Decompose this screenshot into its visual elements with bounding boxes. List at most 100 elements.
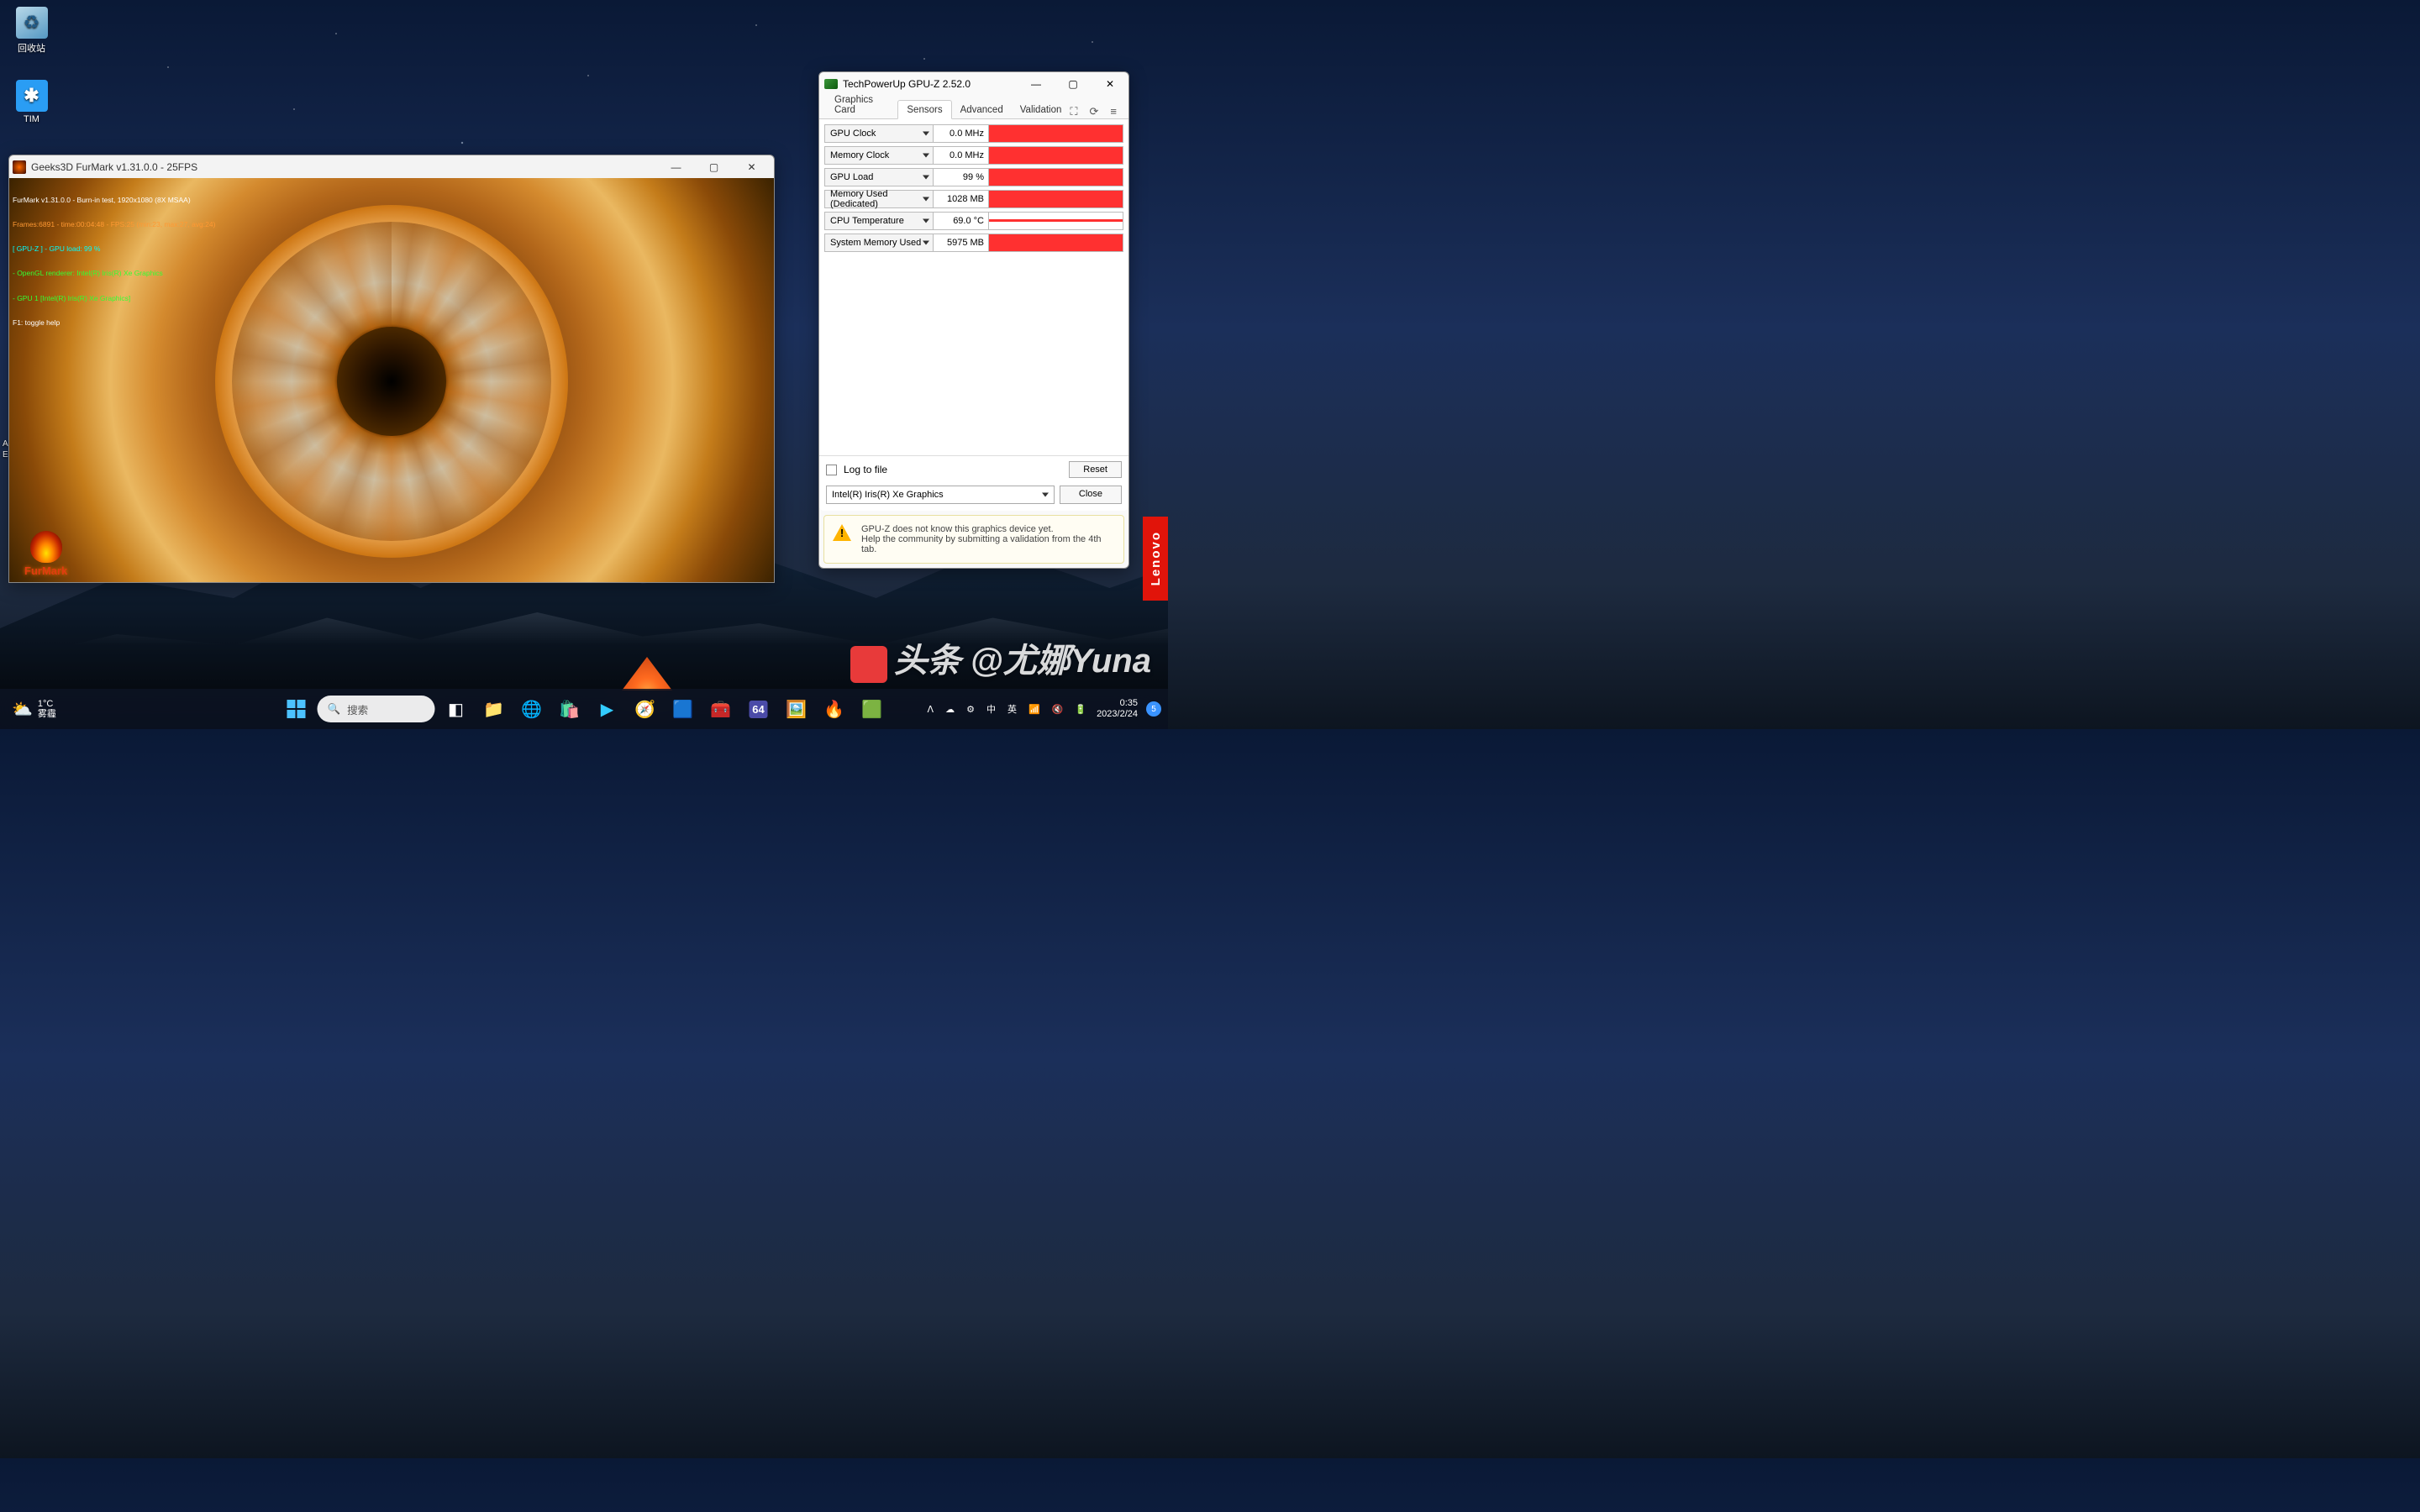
warning-icon — [833, 524, 851, 541]
gpuz-app-icon — [824, 79, 838, 89]
log-to-file-label: Log to file — [844, 464, 887, 475]
menu-icon[interactable]: ≡ — [1110, 105, 1117, 118]
gpuz-title-text: TechPowerUp GPU-Z 2.52.0 — [843, 78, 971, 90]
lenovo-sidebar[interactable]: Lenovo — [1143, 517, 1168, 601]
tab-advanced[interactable]: Advanced — [952, 101, 1012, 118]
sensor-label-dropdown[interactable]: GPU Load — [824, 168, 934, 186]
desktop-icon-tim[interactable]: ✱ TIM — [8, 80, 55, 124]
taskbar-app-store[interactable]: 🛍️ — [553, 692, 587, 726]
sensor-label-dropdown[interactable]: Memory Used (Dedicated) — [824, 190, 934, 208]
sensor-value: 69.0 °C — [934, 212, 989, 230]
taskbar-app-aida64[interactable]: 64 — [742, 692, 776, 726]
windows-icon — [287, 700, 306, 718]
notification-badge[interactable]: 5 — [1146, 701, 1161, 717]
desktop-icon-label: TIM — [8, 114, 55, 124]
close-button[interactable]: Close — [1060, 486, 1122, 504]
desktop-icon-recycle-bin[interactable]: ♻ 回收站 — [8, 7, 55, 55]
search-icon: 🔍 — [328, 703, 341, 716]
gpuz-footer: Log to file Reset — [819, 455, 1128, 483]
tray-security-icon[interactable]: ⚙ — [965, 704, 976, 715]
sensor-value: 0.0 MHz — [934, 146, 989, 165]
sensor-row: System Memory Used5975 MB — [824, 232, 1123, 253]
minimize-button[interactable]: — — [657, 155, 695, 178]
taskbar-app-generic-1[interactable]: 🧰 — [704, 692, 738, 726]
tim-icon: ✱ — [16, 80, 48, 112]
desktop-icon-label: 回收站 — [8, 41, 55, 55]
lenovo-label: Lenovo — [1149, 531, 1163, 585]
furmark-window: Geeks3D FurMark v1.31.0.0 - 25FPS — ▢ ✕ … — [8, 155, 775, 583]
close-button[interactable]: ✕ — [733, 155, 771, 178]
reset-button[interactable]: Reset — [1069, 461, 1122, 478]
sensor-graph — [989, 212, 1123, 230]
chevron-down-icon — [923, 153, 929, 157]
taskbar-center: 🔍 搜索 ◧ 📁 🌐 🛍️ ▶ 🧭 🟦 🧰 64 🖼️ 🔥 🟩 — [280, 692, 889, 726]
ime-language-zh[interactable]: 中 — [985, 702, 997, 716]
chevron-down-icon — [923, 175, 929, 179]
taskbar-app-gpuz[interactable]: 🟩 — [855, 692, 889, 726]
furmark-app-icon — [13, 160, 26, 174]
minimize-button[interactable]: — — [1018, 72, 1055, 96]
chevron-down-icon — [923, 240, 929, 244]
tray-onedrive-icon[interactable]: ☁ — [944, 704, 956, 715]
screenshot-icon[interactable]: ⛶ — [1070, 105, 1077, 118]
system-tray: ᐱ ☁ ⚙ 中 英 📶 🔇 🔋 0:35 2023/2/24 5 — [926, 698, 1161, 720]
taskbar-app-tencent[interactable]: ▶ — [591, 692, 624, 726]
flame-icon — [30, 531, 62, 563]
sensor-label-dropdown[interactable]: System Memory Used — [824, 234, 934, 252]
start-button[interactable] — [280, 692, 313, 726]
taskbar-app-edge[interactable]: 🌐 — [515, 692, 549, 726]
ime-language-en[interactable]: 英 — [1006, 702, 1018, 716]
desktop-partial-text: AE — [3, 438, 8, 460]
taskbar-weather[interactable]: ⛅ 1°C 雾霾 — [7, 699, 61, 720]
furmark-title-text: Geeks3D FurMark v1.31.0.0 - 25FPS — [31, 161, 197, 173]
log-to-file-checkbox[interactable] — [826, 465, 837, 475]
sensor-row: CPU Temperature69.0 °C — [824, 210, 1123, 231]
recycle-bin-icon: ♻ — [16, 7, 48, 39]
sensor-label-dropdown[interactable]: GPU Clock — [824, 124, 934, 143]
taskbar-search[interactable]: 🔍 搜索 — [318, 696, 435, 722]
weather-cond: 雾霾 — [38, 709, 56, 719]
gpu-select-dropdown[interactable]: Intel(R) Iris(R) Xe Graphics — [826, 486, 1055, 504]
wifi-icon[interactable]: 📶 — [1027, 704, 1042, 715]
taskbar-app-explorer[interactable]: 📁 — [477, 692, 511, 726]
sensor-graph — [989, 234, 1123, 252]
task-view-button[interactable]: ◧ — [439, 692, 473, 726]
sensor-graph — [989, 168, 1123, 186]
taskbar: ⛅ 1°C 雾霾 🔍 搜索 ◧ 📁 🌐 🛍️ ▶ 🧭 🟦 🧰 64 🖼️ 🔥 🟩… — [0, 689, 1168, 729]
furmark-overlay-text: FurMark v1.31.0.0 - Burn-in test, 1920x1… — [13, 180, 215, 344]
taskbar-app-lenovo[interactable]: 🟦 — [666, 692, 700, 726]
tab-sensors[interactable]: Sensors — [897, 100, 951, 119]
taskbar-app-furmark[interactable]: 🔥 — [818, 692, 851, 726]
sensor-label-dropdown[interactable]: CPU Temperature — [824, 212, 934, 230]
maximize-button[interactable]: ▢ — [1055, 72, 1092, 96]
gpuz-window: TechPowerUp GPU-Z 2.52.0 — ▢ ✕ Graphics … — [818, 71, 1129, 569]
taskbar-app-generic-2[interactable]: 🖼️ — [780, 692, 813, 726]
weather-temp: 1°C — [38, 699, 56, 709]
refresh-icon[interactable]: ⟳ — [1090, 105, 1099, 118]
volume-icon[interactable]: 🔇 — [1050, 704, 1065, 715]
sensor-value: 5975 MB — [934, 234, 989, 252]
clock-date: 2023/2/24 — [1097, 709, 1138, 720]
gpuz-sensor-panel: GPU Clock0.0 MHzMemory Clock0.0 MHzGPU L… — [819, 119, 1128, 455]
sensor-graph — [989, 190, 1123, 208]
taskbar-app-browser[interactable]: 🧭 — [629, 692, 662, 726]
sensor-row: GPU Clock0.0 MHz — [824, 123, 1123, 144]
sensor-value: 99 % — [934, 168, 989, 186]
taskbar-clock[interactable]: 0:35 2023/2/24 — [1097, 698, 1138, 720]
furmark-titlebar[interactable]: Geeks3D FurMark v1.31.0.0 - 25FPS — ▢ ✕ — [9, 155, 774, 178]
tab-validation[interactable]: Validation — [1012, 101, 1071, 118]
close-button[interactable]: ✕ — [1092, 72, 1128, 96]
sensor-value: 1028 MB — [934, 190, 989, 208]
tab-graphics-card[interactable]: Graphics Card — [826, 91, 897, 118]
tray-chevron-up-icon[interactable]: ᐱ — [926, 704, 936, 715]
gpuz-tabs-bar: Graphics Card Sensors Advanced Validatio… — [819, 96, 1128, 119]
maximize-button[interactable]: ▢ — [695, 155, 733, 178]
sensor-graph — [989, 124, 1123, 143]
sensor-row: Memory Used (Dedicated)1028 MB — [824, 188, 1123, 209]
chevron-down-icon — [923, 218, 929, 223]
battery-icon[interactable]: 🔋 — [1073, 704, 1088, 715]
sensor-graph — [989, 146, 1123, 165]
sensor-value: 0.0 MHz — [934, 124, 989, 143]
clock-time: 0:35 — [1120, 698, 1138, 709]
sensor-label-dropdown[interactable]: Memory Clock — [824, 146, 934, 165]
